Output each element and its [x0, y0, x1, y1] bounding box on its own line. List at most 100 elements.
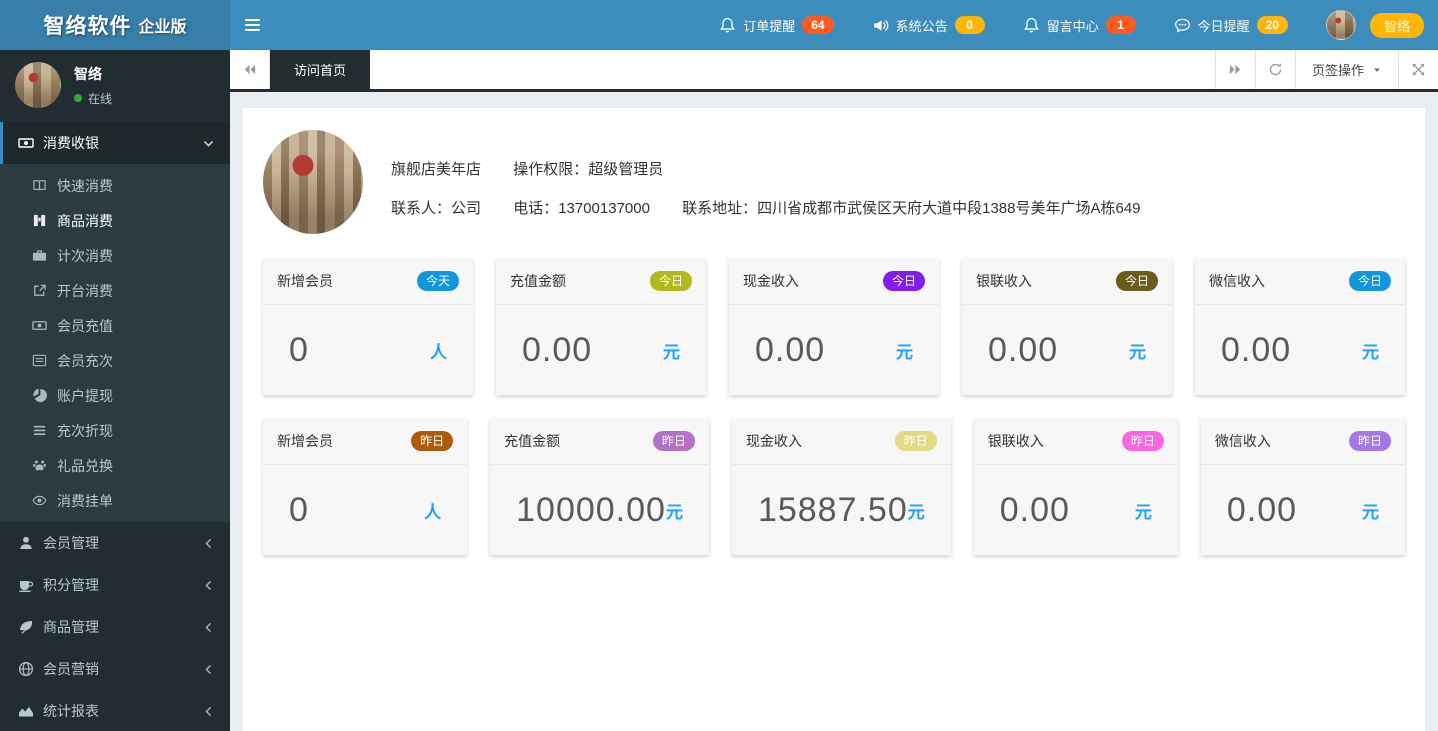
stat-card-wechat-income-yesterday: 微信收入 昨日 0.00 元	[1200, 418, 1405, 555]
stat-unit: 元	[1129, 342, 1146, 362]
stat-card-recharge-today: 充值金额 今日 0.00 元	[496, 258, 706, 395]
refresh-tab-button[interactable]	[1254, 50, 1295, 89]
stat-unit: 元	[907, 502, 925, 522]
submenu-item-open-table-consume[interactable]: 开台消费	[0, 273, 230, 308]
eye-icon	[32, 493, 47, 508]
external-link-icon	[32, 283, 47, 298]
leaf-icon	[18, 619, 34, 635]
period-badge: 今日	[882, 271, 925, 291]
double-right-icon	[1229, 64, 1241, 75]
stat-card-new-members-yesterday: 新增会员 昨日 0 人	[263, 418, 468, 555]
sidebar-toggle-button[interactable]	[230, 0, 275, 50]
fullscreen-toggle-button[interactable]	[1398, 50, 1438, 89]
stat-value: 0.00	[1226, 490, 1298, 529]
sidebar-item-consume-cashier[interactable]: 消费收银	[0, 122, 230, 164]
stat-unit: 元	[663, 342, 680, 362]
chevron-left-icon	[202, 621, 215, 634]
sidebar-user-panel: 智络 在线	[0, 50, 230, 122]
submenu-item-goods-consume[interactable]: 商品消费	[0, 203, 230, 238]
store-info-section: 旗舰店美年店 操作权限：超级管理员 联系人：公司 电话：13700137000 …	[263, 130, 1405, 236]
chevron-down-icon	[202, 137, 215, 150]
sidebar-item-points-management[interactable]: 积分管理	[0, 564, 230, 606]
user-name-badge[interactable]: 智络	[1369, 12, 1424, 38]
stat-unit: 人	[424, 502, 442, 522]
stat-card-cash-income-today: 现金收入 今日 0.00 元	[729, 258, 939, 395]
store-name: 旗舰店美年店	[391, 161, 482, 178]
notif-label: 留言中心	[1046, 18, 1099, 34]
stat-value: 0.00	[755, 330, 826, 369]
scroll-tabs-right-button[interactable]	[1214, 50, 1255, 89]
message-center-menu[interactable]: 留言中心 1	[1023, 16, 1136, 35]
period-badge: 昨日	[411, 431, 454, 451]
stat-unit: 元	[1134, 502, 1152, 522]
money-icon	[18, 135, 34, 151]
logo-title: 智络软件	[43, 15, 132, 38]
notif-count-badge: 1	[1105, 16, 1136, 34]
app-logo[interactable]: 智络软件 企业版	[0, 0, 230, 50]
sidebar-item-member-marketing[interactable]: 会员营销	[0, 648, 230, 690]
period-badge: 今天	[416, 271, 459, 291]
period-badge: 今日	[1115, 271, 1158, 291]
notif-label: 系统公告	[895, 18, 948, 34]
sidebar-menu: 消费收银 快速消费 商品消费 计次消费 开台消费 会员充值 会员充次 账户提现 …	[0, 122, 230, 731]
scroll-tabs-left-button[interactable]	[230, 50, 270, 89]
period-badge: 今日	[1348, 271, 1391, 291]
sidebar-submenu: 快速消费 商品消费 计次消费 开台消费 会员充值 会员充次 账户提现 充次折现 …	[0, 164, 230, 522]
submenu-item-quick-consume[interactable]: 快速消费	[0, 168, 230, 203]
sidebar-user-name: 智络	[74, 65, 102, 82]
area-chart-icon	[18, 703, 34, 719]
submenu-item-count-to-cash[interactable]: 充次折现	[0, 413, 230, 448]
stat-unit: 人	[430, 342, 447, 362]
speaker-icon	[872, 17, 889, 34]
online-status-dot	[74, 94, 82, 102]
order-reminder-menu[interactable]: 订单提醒 64	[719, 16, 834, 35]
cup-icon	[18, 577, 34, 593]
sidebar-avatar[interactable]	[15, 62, 61, 108]
submenu-item-member-recharge-count[interactable]: 会员充次	[0, 343, 230, 378]
submenu-item-consume-pending[interactable]: 消费挂单	[0, 483, 230, 518]
chevron-left-icon	[202, 579, 215, 592]
stats-row-yesterday: 新增会员 昨日 0 人 充值金额 昨日 10000.00 元 现金收入 昨日 1…	[263, 418, 1405, 555]
tab-strip	[370, 50, 1215, 89]
system-announcement-menu[interactable]: 系统公告 0	[872, 16, 985, 35]
submenu-item-count-consume[interactable]: 计次消费	[0, 238, 230, 273]
sidebar-item-member-management[interactable]: 会员管理	[0, 522, 230, 564]
notif-label: 订单提醒	[743, 18, 796, 34]
submenu-item-account-withdraw[interactable]: 账户提现	[0, 378, 230, 413]
stat-value: 0.00	[522, 330, 593, 369]
app-window: 智络软件 企业版 订单提醒 64 系统公告 0 留言中心 1 今日提醒 20 智…	[0, 0, 1438, 731]
stat-card-recharge-yesterday: 充值金额 昨日 10000.00 元	[490, 418, 709, 555]
list-alt-icon	[32, 353, 47, 368]
chevron-left-icon	[202, 663, 215, 676]
hamburger-icon	[245, 19, 260, 21]
stat-card-cash-income-yesterday: 现金收入 昨日 15887.50 元	[731, 418, 951, 555]
double-left-icon	[244, 64, 256, 75]
tab-home[interactable]: 访问首页	[270, 50, 371, 89]
tab-operations-dropdown[interactable]: 页签操作	[1294, 50, 1398, 89]
stat-value: 0.00	[1221, 330, 1292, 369]
stat-value: 0.00	[999, 490, 1070, 529]
user-avatar[interactable]	[1325, 10, 1356, 40]
stat-unit: 元	[1362, 502, 1379, 522]
period-badge: 昨日	[1121, 431, 1164, 451]
sidebar-item-statistics-report[interactable]: 统计报表	[0, 690, 230, 731]
today-reminder-menu[interactable]: 今日提醒 20	[1174, 16, 1288, 35]
sidebar-item-goods-management[interactable]: 商品管理	[0, 606, 230, 648]
store-contact: 联系人：公司	[391, 200, 482, 217]
top-nav: 订单提醒 64 系统公告 0 留言中心 1 今日提醒 20 智络	[230, 0, 1438, 50]
caret-down-icon	[1372, 65, 1382, 75]
stat-value: 0	[289, 490, 309, 529]
binoculars-icon	[32, 213, 47, 228]
sidebar: 智络 在线 消费收银 快速消费 商品消费 计次消费 开台消费 会员充值 会员充次…	[0, 50, 230, 731]
banknote-icon	[32, 318, 47, 333]
page-content: 旗舰店美年店 操作权限：超级管理员 联系人：公司 电话：13700137000 …	[230, 92, 1438, 731]
store-address: 联系地址：四川省成都市武侯区天府大道中段1388号美年广场A栋649	[682, 200, 1141, 217]
bell-icon	[719, 17, 736, 34]
submenu-item-gift-exchange[interactable]: 礼品兑换	[0, 448, 230, 483]
stat-value: 0	[289, 330, 309, 369]
submenu-item-member-recharge[interactable]: 会员充值	[0, 308, 230, 343]
home-panel: 旗舰店美年店 操作权限：超级管理员 联系人：公司 电话：13700137000 …	[243, 105, 1425, 731]
stat-unit: 元	[665, 502, 683, 522]
chevron-left-icon	[202, 705, 215, 718]
globe-icon	[18, 661, 34, 677]
